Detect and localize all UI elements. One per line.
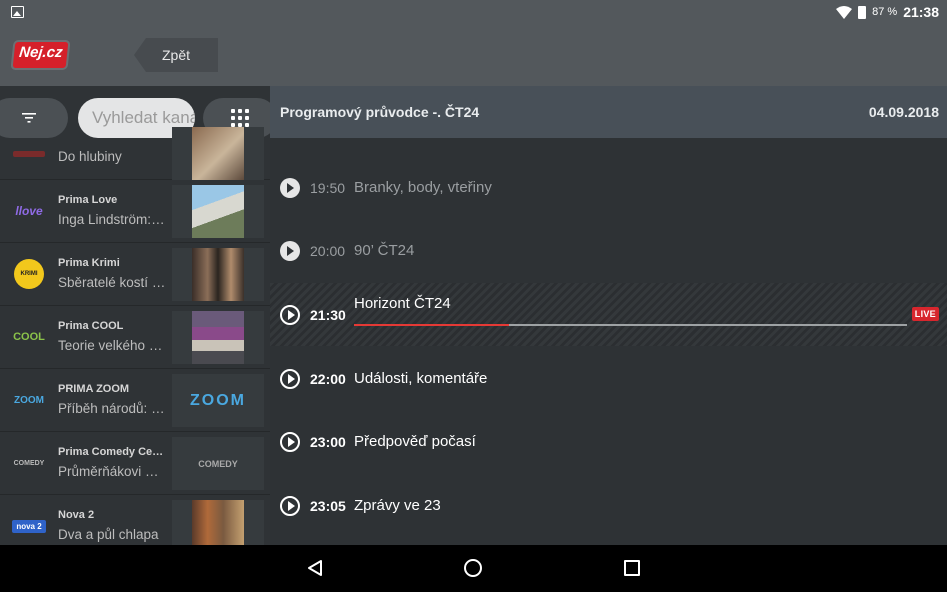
status-bar: 87 % 21:38	[0, 0, 947, 24]
channel-item[interactable]: nova 2 Nova 2 Dva a půl chlapa	[0, 495, 270, 545]
play-icon[interactable]	[280, 241, 300, 261]
live-badge: LIVE	[911, 307, 939, 321]
app-bar: Nej.cz Zpět	[0, 24, 947, 86]
channel-name: Prima Krimi	[58, 257, 120, 269]
channel-name: PRIMA ZOOM	[58, 383, 130, 395]
program-time: 23:05	[310, 498, 346, 514]
nav-back-icon[interactable]	[306, 559, 324, 577]
program-title: Branky, body, vteřiny	[354, 179, 492, 196]
channel-item[interactable]: llove Prima Love Inga Lindström: Léto…	[0, 180, 270, 243]
live-progress-bar	[354, 324, 907, 326]
nav-home-icon[interactable]	[464, 559, 482, 577]
guide-date: 04.09.2018	[868, 104, 939, 120]
grid-icon	[231, 109, 249, 127]
guide-header: Programový průvodce -. ČT24 04.09.2018	[270, 86, 947, 138]
channel-item[interactable]: ZOOM PRIMA ZOOM Příběh národů: Sla… ZOOM	[0, 369, 270, 432]
play-icon[interactable]	[280, 496, 300, 516]
program-title: Horizont ČT24	[354, 295, 451, 312]
program-row-live[interactable]: 21:30 Horizont ČT24 LIVE	[270, 283, 947, 346]
channel-thumbnail	[172, 311, 264, 364]
channel-item[interactable]: COMEDY Prima Comedy Central Průměrňákovi…	[0, 432, 270, 495]
replay-icon[interactable]	[280, 305, 300, 325]
image-notification-icon	[11, 6, 24, 18]
channel-name: Prima Love	[58, 194, 118, 206]
channel-thumbnail: ZOOM	[172, 374, 264, 427]
app-logo: Nej.cz	[12, 42, 69, 68]
channel-show: Průměrňákovi V…	[58, 464, 166, 479]
channel-logo	[8, 139, 50, 169]
channel-logo: nova 2	[8, 511, 50, 541]
channel-show: Sběratelé kostí I…	[58, 275, 166, 290]
back-button[interactable]: Zpět	[134, 38, 218, 72]
battery-percent: 87 %	[872, 6, 898, 18]
channel-show: Příběh národů: Sla…	[58, 401, 166, 416]
clock: 21:38	[903, 4, 939, 20]
channel-logo: ZOOM	[14, 394, 44, 406]
program-time: 20:00	[310, 243, 346, 259]
program-time: 23:00	[310, 434, 346, 450]
filter-icon	[22, 113, 36, 123]
channel-item[interactable]: COOL Prima COOL Teorie velkého třesku	[0, 306, 270, 369]
play-icon[interactable]	[280, 369, 300, 389]
channel-thumbnail	[172, 500, 264, 545]
channel-logo: llove	[15, 204, 43, 218]
channel-thumbnail: COMEDY	[172, 437, 264, 490]
program-title: Zprávy ve 23	[354, 497, 441, 514]
status-right: 87 % 21:38	[836, 0, 939, 24]
program-row[interactable]: 23:05 Zprávy ve 23	[270, 474, 947, 537]
channel-logo: COOL	[13, 331, 45, 343]
channel-item[interactable]: KRIMI Prima Krimi Sběratelé kostí I…	[0, 243, 270, 306]
program-guide: Programový průvodce -. ČT24 04.09.2018 1…	[270, 86, 947, 545]
guide-title: Programový průvodce -. ČT24	[280, 104, 480, 120]
system-nav-bar	[0, 545, 947, 592]
program-title: Předpověď počasí	[354, 433, 476, 450]
channel-show: Inga Lindström: Léto…	[58, 212, 166, 227]
channel-panel: Do hlubiny llove Prima Love Inga Lindstr…	[0, 86, 270, 545]
program-title: Události, komentáře	[354, 370, 488, 387]
program-title: 90’ ČT24	[354, 242, 415, 259]
program-row[interactable]: 19:50 Branky, body, vteřiny	[270, 156, 947, 219]
channel-thumbnail	[172, 248, 264, 301]
nav-recents-icon[interactable]	[624, 560, 640, 576]
channel-logo: KRIMI	[8, 259, 50, 289]
program-row[interactable]: 22:00 Události, komentáře	[270, 347, 947, 410]
channel-show: Dva a půl chlapa	[58, 527, 159, 542]
play-icon[interactable]	[280, 432, 300, 452]
channel-logo: COMEDY	[13, 459, 45, 467]
channel-name: Prima Comedy Central	[58, 446, 166, 458]
channel-show: Do hlubiny	[58, 149, 122, 164]
channel-thumbnail	[172, 127, 264, 180]
program-row[interactable]: 23:00 Předpověď počasí	[270, 410, 947, 473]
channel-thumbnail	[172, 185, 264, 238]
program-time: 22:00	[310, 371, 346, 387]
program-time: 19:50	[310, 180, 346, 196]
wifi-icon	[836, 5, 853, 19]
play-icon[interactable]	[280, 178, 300, 198]
channel-name: Prima COOL	[58, 320, 124, 332]
channel-show: Teorie velkého třesku	[58, 338, 166, 353]
channel-name: Nova 2	[58, 509, 95, 521]
filter-button[interactable]	[0, 98, 68, 138]
program-row[interactable]: 20:00 90’ ČT24	[270, 219, 947, 282]
channel-item[interactable]: Do hlubiny	[0, 127, 270, 180]
battery-icon	[858, 5, 867, 19]
program-time: 21:30	[310, 307, 346, 323]
screen: 87 % 21:38 Nej.cz Zpět Do hlubiny	[0, 0, 947, 592]
channel-list: Do hlubiny llove Prima Love Inga Lindstr…	[0, 127, 270, 545]
live-progress-fill	[354, 324, 509, 326]
